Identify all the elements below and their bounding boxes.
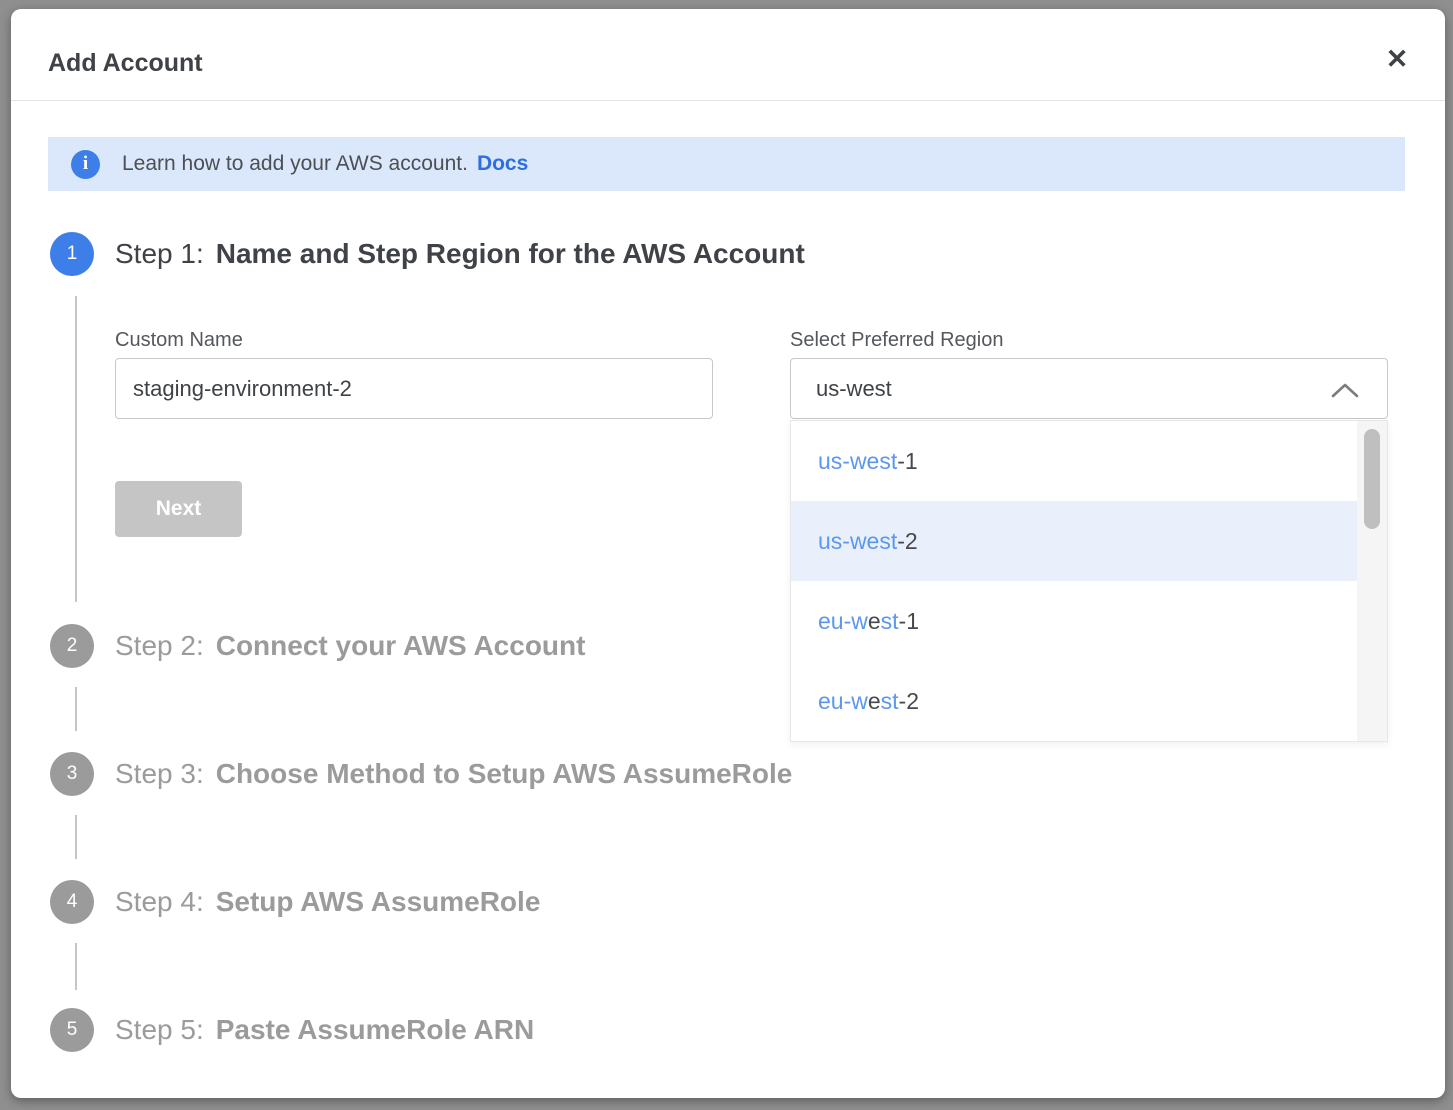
- custom-name-field[interactable]: [115, 358, 713, 419]
- option-plain-text: -2: [899, 688, 919, 715]
- step-indicator-1: 1: [50, 232, 94, 276]
- option-match-text: eu-w: [818, 608, 868, 635]
- step-indicator-2: 2: [50, 624, 94, 668]
- step-indicator-4: 4: [50, 880, 94, 924]
- custom-name-label: Custom Name: [115, 329, 243, 352]
- option-match-text: us-west: [818, 528, 897, 555]
- step-row-1: 1 Step 1: Name and Step Region for the AW…: [50, 232, 805, 276]
- region-option-eu-west-1[interactable]: eu-west-1: [791, 581, 1357, 661]
- region-option-us-west-2[interactable]: us-west-2: [791, 501, 1357, 581]
- option-match-text: eu-w: [818, 688, 868, 715]
- close-button[interactable]: ✕: [1377, 39, 1417, 79]
- step-prefix-5: Step 5:: [115, 1014, 204, 1045]
- listbox-scrollbar-thumb[interactable]: [1364, 429, 1380, 529]
- option-match-text: st: [881, 688, 899, 715]
- region-listbox: us-west-1 us-west-2 eu-west-1 eu-west-2: [790, 420, 1388, 742]
- region-options: us-west-1 us-west-2 eu-west-1 eu-west-2: [791, 421, 1357, 741]
- step-title-2: Step 2: Connect your AWS Account: [115, 630, 585, 662]
- option-plain-text: e: [868, 688, 881, 715]
- step-indicator-3: 3: [50, 752, 94, 796]
- step-prefix-3: Step 3:: [115, 758, 204, 789]
- region-combobox[interactable]: us-west: [790, 358, 1388, 419]
- step-prefix-2: Step 2:: [115, 630, 204, 661]
- option-match-text: us-west: [818, 448, 897, 475]
- step-connector-3: [75, 815, 77, 859]
- step-name-1: Name and Step Region for the AWS Account: [216, 238, 805, 269]
- step-connector-1: [75, 296, 77, 602]
- option-plain-text: -1: [897, 448, 917, 475]
- option-plain-text: e: [868, 608, 881, 635]
- step-row-2: 2 Step 2: Connect your AWS Account: [50, 624, 585, 668]
- info-banner: i Learn how to add your AWS account. Doc…: [48, 137, 1405, 191]
- listbox-scrollbar-track[interactable]: [1357, 421, 1387, 741]
- region-label: Select Preferred Region: [790, 329, 1003, 352]
- step-name-2: Connect your AWS Account: [216, 630, 586, 661]
- step-title-1: Step 1: Name and Step Region for the AWS …: [115, 238, 805, 270]
- next-button[interactable]: Next: [115, 481, 242, 537]
- close-icon: ✕: [1386, 44, 1409, 75]
- step-prefix-4: Step 4:: [115, 886, 204, 917]
- step-indicator-5: 5: [50, 1008, 94, 1052]
- option-plain-text: -1: [899, 608, 919, 635]
- step-title-5: Step 5: Paste AssumeRole ARN: [115, 1014, 534, 1046]
- step-row-3: 3 Step 3: Choose Method to Setup AWS Assu…: [50, 752, 792, 796]
- add-account-modal: Add Account ✕ i Learn how to add your AW…: [11, 9, 1445, 1098]
- step-connector-2: [75, 687, 77, 731]
- step-row-5: 5 Step 5: Paste AssumeRole ARN: [50, 1008, 534, 1052]
- chevron-up-icon[interactable]: [1331, 383, 1359, 403]
- docs-link[interactable]: Docs: [477, 152, 528, 176]
- header-divider: [11, 100, 1445, 101]
- step-connector-4: [75, 943, 77, 990]
- step-name-3: Choose Method to Setup AWS AssumeRole: [216, 758, 793, 789]
- step-title-4: Step 4: Setup AWS AssumeRole: [115, 886, 540, 918]
- step-title-3: Step 3: Choose Method to Setup AWS Assume…: [115, 758, 792, 790]
- info-icon: i: [71, 150, 100, 179]
- step-row-4: 4 Step 4: Setup AWS AssumeRole: [50, 880, 540, 924]
- step-name-4: Setup AWS AssumeRole: [216, 886, 541, 917]
- step-prefix-1: Step 1:: [115, 238, 204, 269]
- region-combobox-value: us-west: [816, 376, 892, 402]
- option-match-text: st: [881, 608, 899, 635]
- page-title: Add Account: [48, 49, 203, 78]
- option-plain-text: -2: [897, 528, 917, 555]
- step-name-5: Paste AssumeRole ARN: [216, 1014, 534, 1045]
- region-option-eu-west-2[interactable]: eu-west-2: [791, 661, 1357, 741]
- region-option-us-west-1[interactable]: us-west-1: [791, 421, 1357, 501]
- banner-text: Learn how to add your AWS account.: [122, 152, 468, 176]
